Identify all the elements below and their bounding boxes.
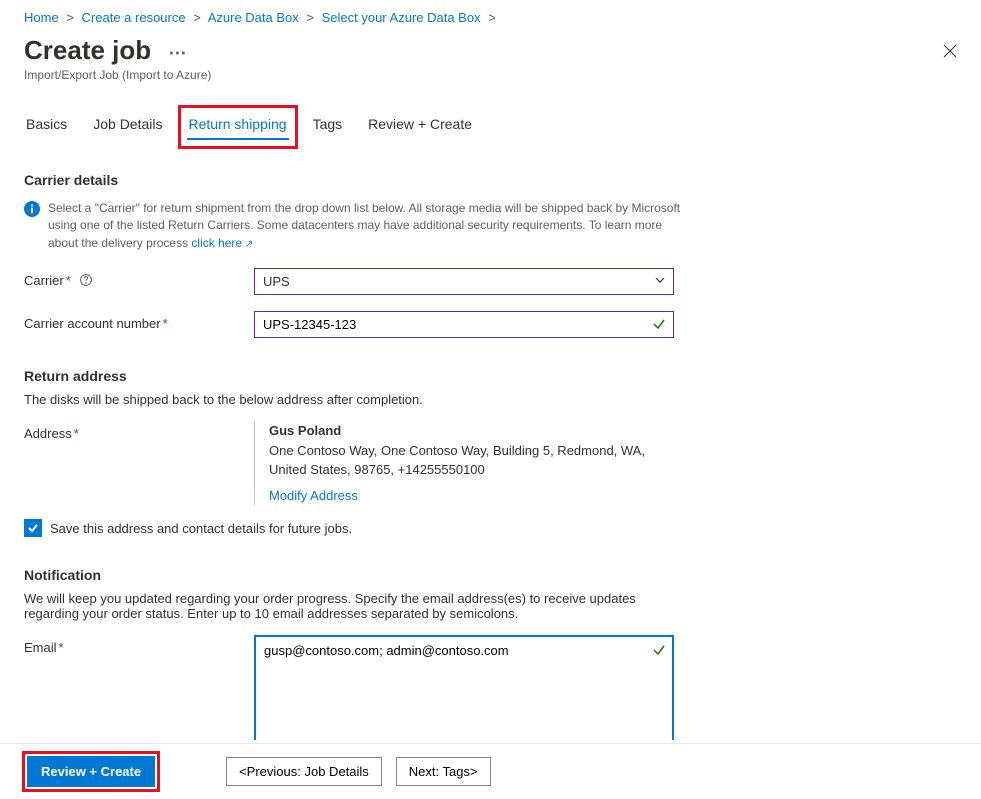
tab-job-details[interactable]: Job Details (91, 110, 164, 149)
email-label: Email* (24, 635, 254, 655)
info-text: Select a "Carrier" for return shipment f… (48, 201, 680, 250)
next-button[interactable]: Next: Tags> (396, 757, 491, 786)
more-icon[interactable]: ⋯ (168, 43, 186, 63)
check-icon (27, 522, 39, 534)
footer: Review + Create <Previous: Job Details N… (0, 743, 981, 799)
address-block: Gus Poland One Contoso Way, One Contoso … (254, 421, 674, 505)
breadcrumb: Home > Create a resource > Azure Data Bo… (24, 10, 957, 25)
page-subtitle: Import/Export Job (Import to Azure) (24, 68, 211, 82)
chevron-right-icon: > (306, 10, 314, 25)
close-icon (943, 44, 957, 58)
check-icon (652, 643, 666, 660)
review-create-highlight: Review + Create (22, 751, 160, 792)
tabs: Basics Job Details Return shipping Tags … (24, 110, 957, 150)
section-carrier-details-heading: Carrier details (24, 172, 957, 188)
review-create-button[interactable]: Review + Create (27, 756, 155, 787)
help-icon[interactable] (80, 274, 92, 289)
previous-button[interactable]: <Previous: Job Details (226, 757, 382, 786)
return-address-helper: The disks will be shipped back to the be… (24, 392, 684, 407)
carrier-account-input[interactable] (254, 311, 674, 338)
check-icon (652, 317, 666, 334)
page-title: Create job ⋯ (24, 35, 211, 66)
tab-tags[interactable]: Tags (311, 110, 345, 149)
section-return-address-heading: Return address (24, 368, 957, 384)
address-line: One Contoso Way, One Contoso Way, Buildi… (269, 441, 674, 480)
tab-basics[interactable]: Basics (24, 110, 69, 149)
tab-highlight: Return shipping (178, 105, 298, 149)
breadcrumb-select-data-box[interactable]: Select your Azure Data Box (322, 10, 481, 25)
breadcrumb-create-resource[interactable]: Create a resource (82, 10, 186, 25)
email-textarea[interactable] (254, 635, 674, 740)
click-here-link[interactable]: click here (191, 236, 253, 250)
chevron-right-icon: > (488, 10, 496, 25)
info-banner: Select a "Carrier" for return shipment f… (24, 200, 684, 252)
carrier-label: Carrier* (24, 268, 254, 289)
notification-helper: We will keep you updated regarding your … (24, 591, 684, 621)
breadcrumb-data-box[interactable]: Azure Data Box (208, 10, 299, 25)
carrier-account-label: Carrier account number* (24, 311, 254, 331)
info-icon (24, 201, 40, 220)
breadcrumb-home[interactable]: Home (24, 10, 59, 25)
tab-review-create[interactable]: Review + Create (366, 110, 474, 149)
address-label: Address* (24, 421, 254, 441)
tab-return-shipping[interactable]: Return shipping (187, 110, 289, 142)
modify-address-link[interactable]: Modify Address (269, 486, 358, 506)
carrier-select[interactable]: UPS (254, 268, 674, 295)
chevron-right-icon: > (193, 10, 201, 25)
save-address-label: Save this address and contact details fo… (50, 521, 352, 536)
save-address-checkbox[interactable] (24, 519, 42, 537)
chevron-right-icon: > (66, 10, 74, 25)
address-name: Gus Poland (269, 421, 674, 441)
section-notification-heading: Notification (24, 567, 957, 583)
close-button[interactable] (937, 36, 963, 69)
